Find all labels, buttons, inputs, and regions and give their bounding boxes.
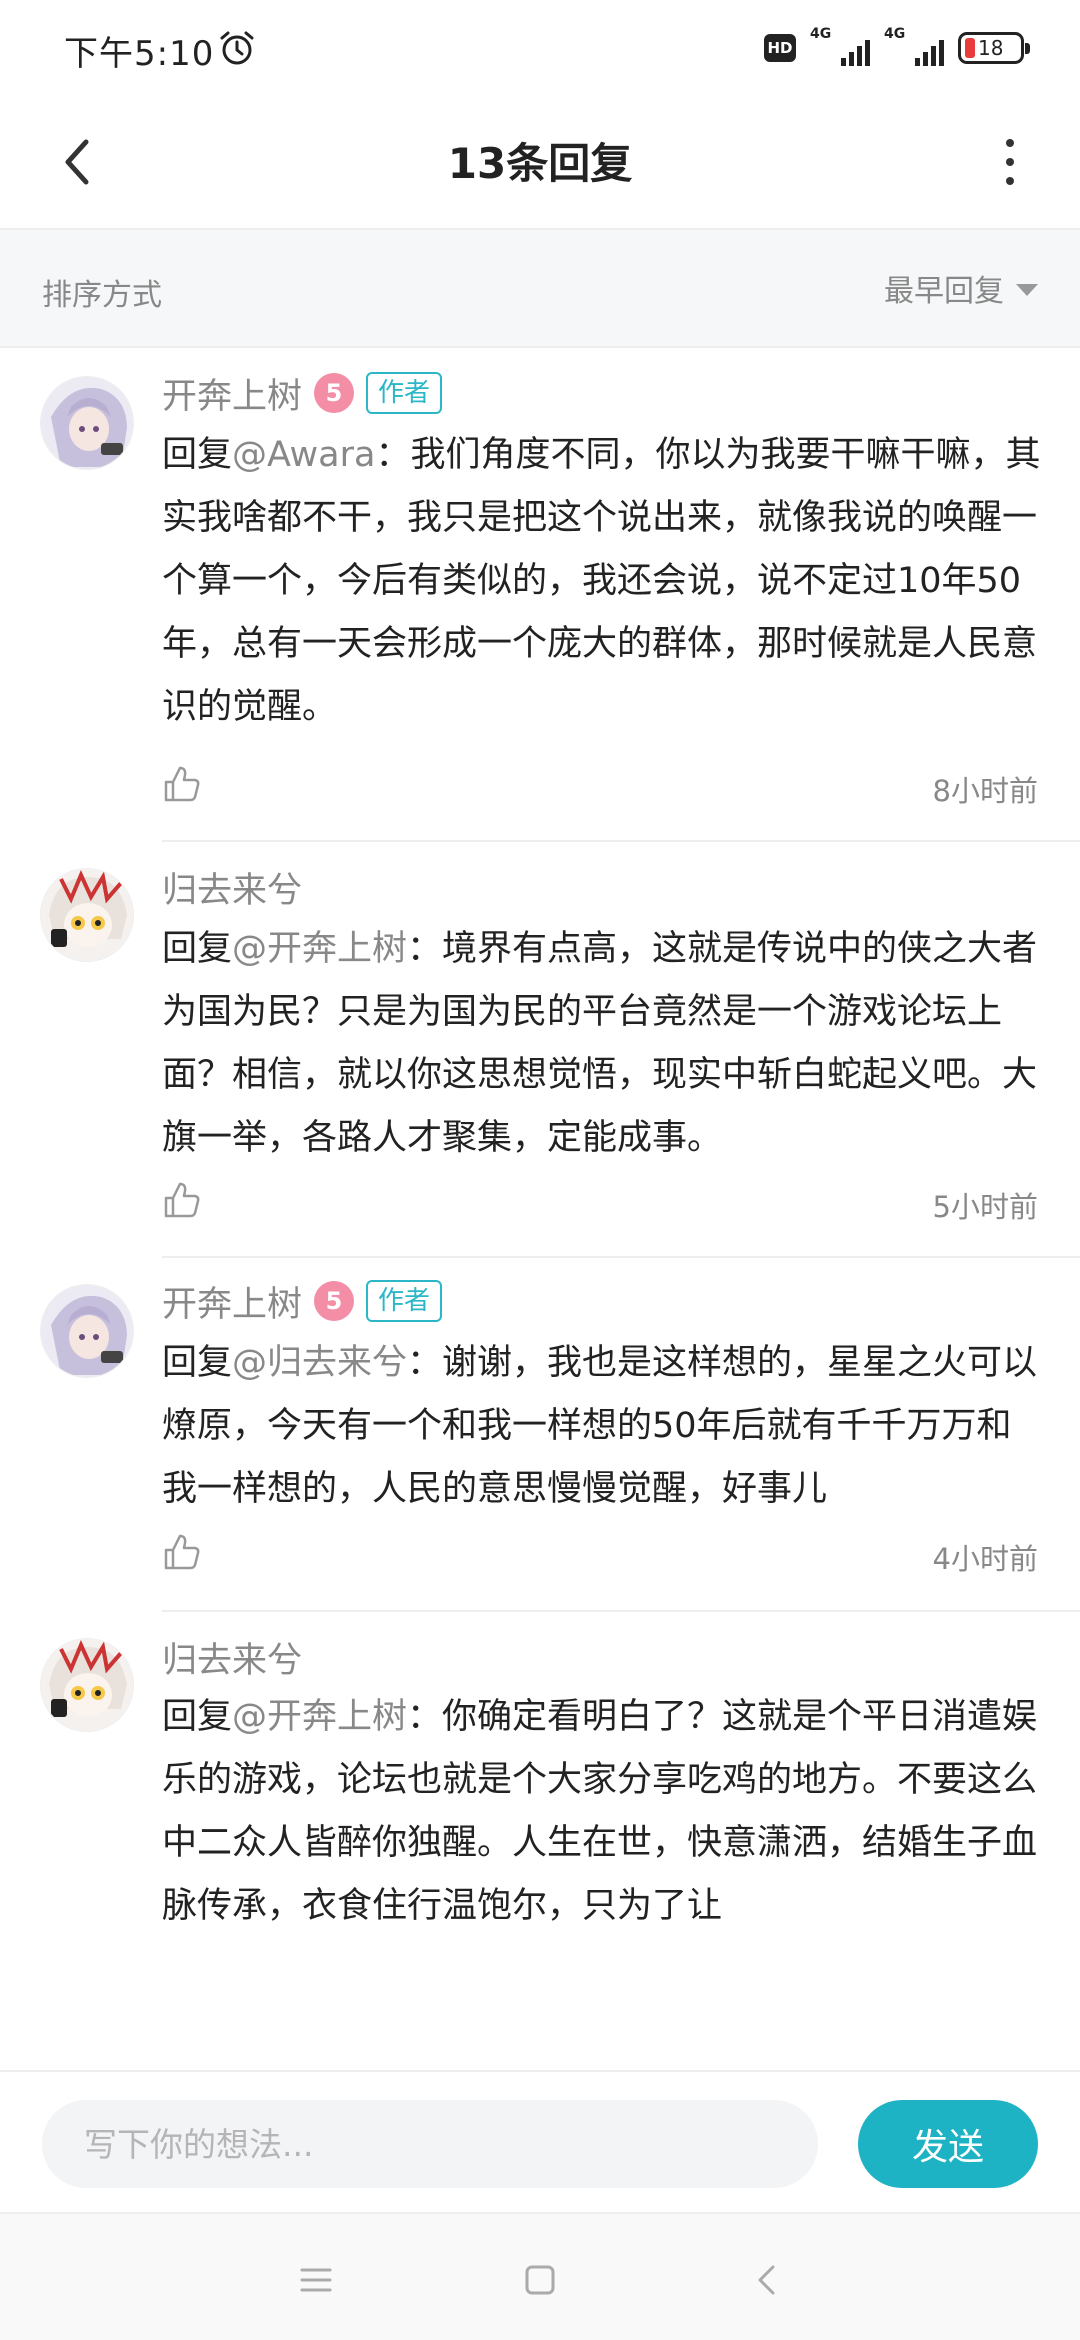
system-back-button[interactable] xyxy=(736,2250,796,2310)
author-row: 开奔上树 5 作者 xyxy=(162,368,443,419)
avatar-image-icon xyxy=(41,869,133,961)
reply-text[interactable]: 回复@开奔上树：境界有点高，这就是传说中的侠之大者为国为民？只是为国为民的平台竟… xyxy=(162,918,1042,1170)
avatar[interactable] xyxy=(40,1284,134,1378)
thumbs-up-icon[interactable] xyxy=(162,1180,202,1220)
comment-input[interactable] xyxy=(42,2100,818,2188)
avatar-image-icon xyxy=(41,1285,133,1377)
author-row: 归去来兮 xyxy=(162,1632,302,1682)
mention-link: @Awara xyxy=(232,435,376,475)
author-name[interactable]: 开奔上树 xyxy=(162,1276,302,1327)
reply-time: 5小时前 xyxy=(932,1190,1038,1224)
mention-link: @归去来兮 xyxy=(232,1343,408,1383)
chevron-left-icon xyxy=(758,2265,775,2295)
alarm-clock-icon xyxy=(220,31,254,65)
send-button[interactable]: 发送 xyxy=(858,2100,1038,2188)
level-badge-icon: 5 xyxy=(314,373,355,413)
hd-badge: HD xyxy=(764,34,796,62)
reply-text[interactable]: 回复@开奔上树：你确定看明白了？这就是个平日消遣娱乐的游戏，论坛也就是个大家分享… xyxy=(162,1686,1042,1938)
avatar[interactable] xyxy=(40,376,134,470)
status-bar: 下午5:10 HD 4G 4G 18 xyxy=(0,0,1080,96)
signal-icon: 4G xyxy=(810,26,870,68)
sort-label: 排序方式 xyxy=(42,278,162,313)
author-tag: 作者 xyxy=(366,372,443,414)
avatar-image-icon xyxy=(41,1639,133,1731)
reply-time: 8小时前 xyxy=(932,774,1038,808)
divider xyxy=(162,1610,1080,1612)
thumbs-up-icon[interactable] xyxy=(162,764,202,804)
author-name[interactable]: 开奔上树 xyxy=(162,368,302,419)
page-title: 13条回复 xyxy=(447,139,633,188)
thumbs-up-icon[interactable] xyxy=(162,1532,202,1572)
status-time: 下午5:10 xyxy=(64,34,215,74)
author-tag: 作者 xyxy=(366,1280,443,1322)
divider xyxy=(162,1256,1080,1258)
divider xyxy=(162,840,1080,842)
status-indicators: HD 4G 4G 18 xyxy=(764,26,1030,70)
sort-dropdown[interactable]: 最早回复 xyxy=(884,266,1038,310)
more-dot-icon xyxy=(1006,158,1014,166)
comment-composer: 发送 xyxy=(0,2070,1080,2210)
more-options-button[interactable] xyxy=(970,122,1050,202)
battery-icon: 18 xyxy=(958,32,1030,64)
sort-value: 最早回复 xyxy=(884,274,1004,309)
signal-icon-2: 4G xyxy=(884,26,944,68)
author-name[interactable]: 归去来兮 xyxy=(162,862,302,913)
caret-down-icon xyxy=(1016,284,1038,296)
network-type-label-2: 4G xyxy=(884,26,906,42)
sort-bar: 排序方式 最早回复 xyxy=(0,230,1080,348)
battery-level: 18 xyxy=(978,36,1004,60)
square-home-icon xyxy=(525,2265,555,2295)
mention-link: @开奔上树 xyxy=(232,929,408,969)
avatar-image-icon xyxy=(41,377,133,469)
menu-lines-icon xyxy=(300,2268,332,2292)
author-row: 归去来兮 xyxy=(162,862,302,912)
more-dot-icon xyxy=(1006,139,1014,147)
home-button[interactable] xyxy=(510,2250,570,2310)
system-nav-bar xyxy=(0,2212,1080,2340)
avatar[interactable] xyxy=(40,1638,134,1732)
reply-list[interactable]: 开奔上树 5 作者 回复@Awara：我们角度不同，你以为我要干嘛干嘛，其实我啥… xyxy=(0,350,1080,2070)
author-name[interactable]: 归去来兮 xyxy=(162,1632,302,1683)
reply-time: 4小时前 xyxy=(932,1542,1038,1576)
menu-button[interactable] xyxy=(286,2250,346,2310)
more-dot-icon xyxy=(1006,177,1014,185)
network-type-label: 4G xyxy=(810,26,832,42)
reply-text[interactable]: 回复@Awara：我们角度不同，你以为我要干嘛干嘛，其实我啥都不干，我只是把这个… xyxy=(162,424,1042,739)
reply-text[interactable]: 回复@归去来兮：谢谢，我也是这样想的，星星之火可以燎原，今天有一个和我一样想的5… xyxy=(162,1332,1042,1521)
mention-link: @开奔上树 xyxy=(232,1697,408,1737)
nav-bar: 13条回复 xyxy=(0,96,1080,230)
avatar[interactable] xyxy=(40,868,134,962)
author-row: 开奔上树 5 作者 xyxy=(162,1276,443,1327)
level-badge-icon: 5 xyxy=(314,1281,355,1321)
